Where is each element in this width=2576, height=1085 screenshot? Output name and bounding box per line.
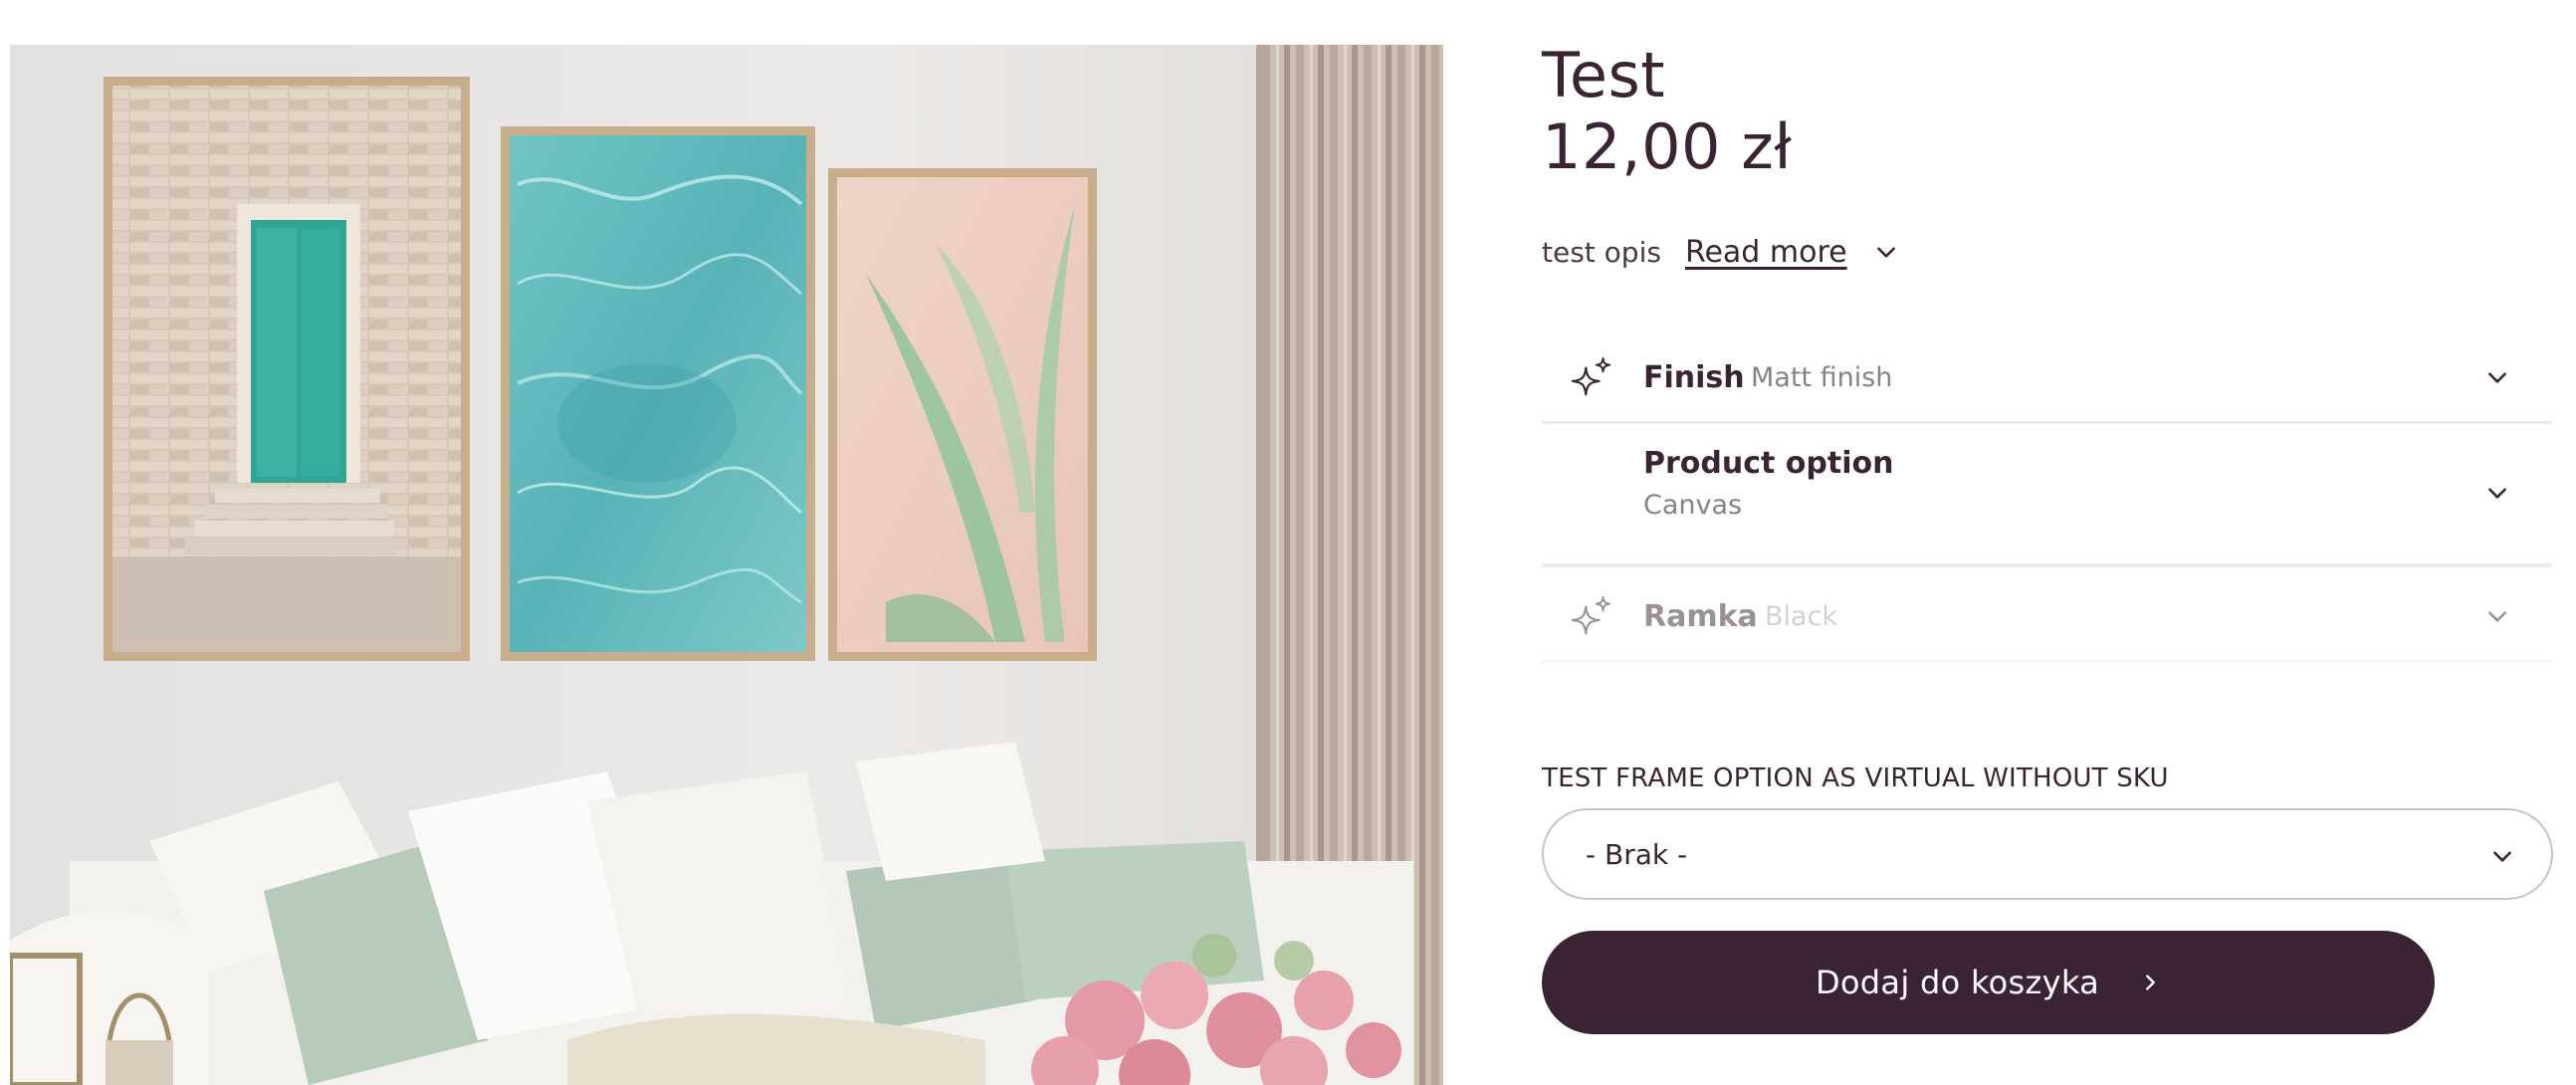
chevron-down-icon[interactable]: [2484, 364, 2510, 390]
read-more-link[interactable]: Read more: [1685, 235, 1847, 270]
chevron-right-icon: [2146, 975, 2155, 990]
option-value: Black: [1765, 601, 1838, 632]
chevron-down-icon[interactable]: [1873, 239, 1899, 265]
chevron-down-icon: [2493, 851, 2511, 862]
option-name: Ramka: [1643, 599, 1758, 634]
product-title: Test: [1542, 39, 1666, 111]
option-value: Matt finish: [1751, 362, 1893, 393]
option-value: Canvas: [1643, 490, 1743, 521]
frame-option-select[interactable]: - Brak -: [1542, 808, 2553, 900]
chevron-down-icon[interactable]: [2484, 480, 2510, 506]
chevron-down-icon[interactable]: [2484, 603, 2510, 629]
select-value: - Brak -: [1586, 838, 1688, 871]
sparkles-icon: [1571, 356, 1611, 396]
option-finish[interactable]: Finish Matt finish: [1542, 336, 2552, 424]
product-info: Test 12,00 zł test opis Read more Finish…: [1542, 39, 2553, 1034]
product-price: 12,00 zł: [1542, 110, 1793, 183]
product-description: test opis: [1542, 235, 1661, 269]
frame-option-label: TEST FRAME OPTION AS VIRTUAL WITHOUT SKU: [1542, 763, 2169, 793]
product-image[interactable]: [10, 45, 1443, 1085]
option-name: Product option: [1643, 446, 1894, 481]
description-row: test opis Read more: [1542, 231, 1899, 273]
product-photo: [10, 45, 1443, 1085]
option-product-option[interactable]: Product option Canvas: [1542, 426, 2552, 567]
option-ramka[interactable]: Ramka Black: [1542, 569, 2552, 663]
add-to-cart-label: Dodaj do koszyka: [1815, 964, 2100, 1001]
sparkles-icon: [1571, 595, 1611, 635]
add-to-cart-button[interactable]: Dodaj do koszyka: [1542, 931, 2435, 1034]
option-name: Finish: [1643, 360, 1745, 395]
